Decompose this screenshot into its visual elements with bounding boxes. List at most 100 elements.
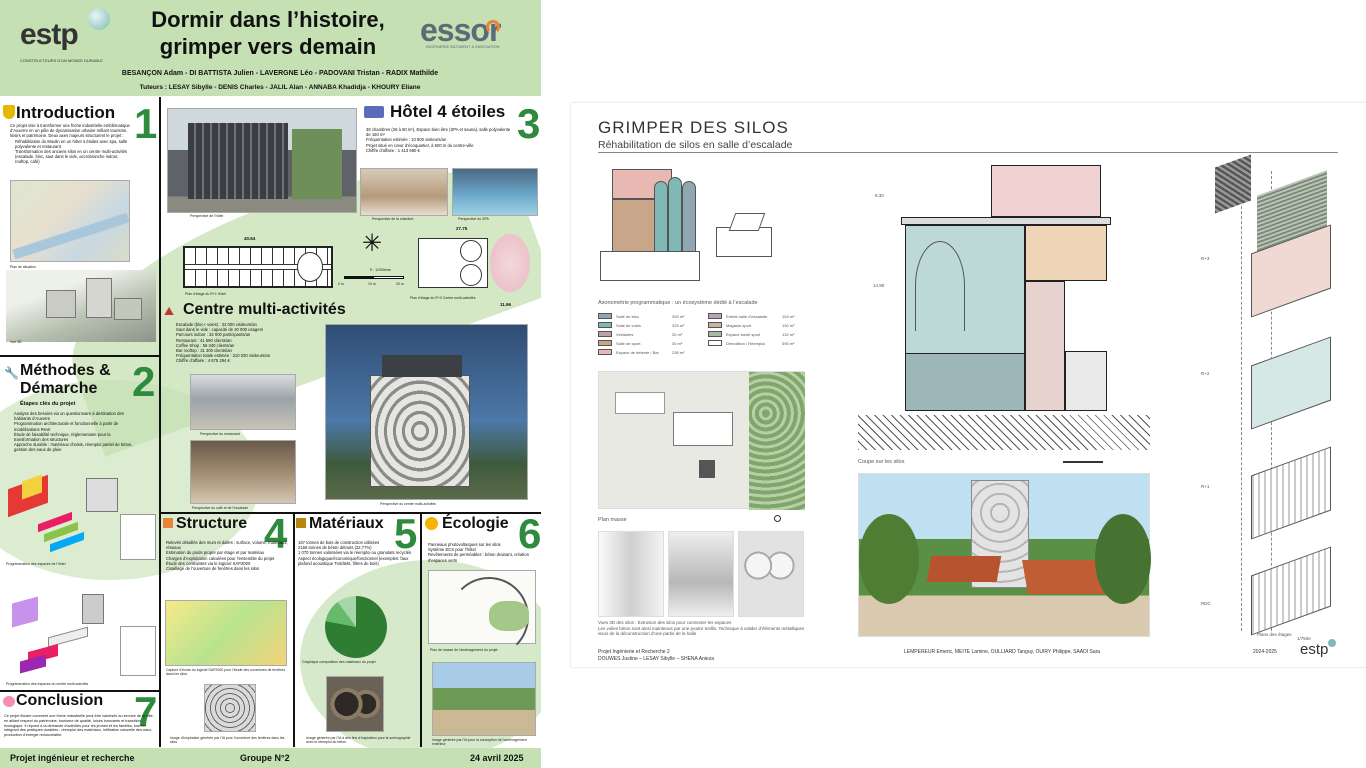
arrows-icon: ⛰ xyxy=(164,304,175,318)
ecology-title: Écologie xyxy=(442,515,509,532)
hotel-bullets: 38 chambres (26 à 50 m²), Espace bien êt… xyxy=(366,127,516,153)
divider xyxy=(293,512,295,747)
silo-view xyxy=(598,531,664,617)
legend-swatch xyxy=(708,331,722,337)
ecology-bullet: Revêtements de perméables : béton draina… xyxy=(428,552,530,563)
scale-0: 0 m xyxy=(338,282,344,286)
hotel-plan-caption: Plan d’étage du R+1 Hôtel xyxy=(185,292,226,296)
legend-box xyxy=(120,514,156,560)
site-plan-map xyxy=(598,371,805,510)
section-drawing xyxy=(901,161,1111,431)
scale-20: 20 m xyxy=(396,282,404,286)
conclusion-text: Ce projet illustre comment une friche in… xyxy=(4,714,154,738)
intro-title: Introduction xyxy=(16,103,116,122)
structure-bullet: Relevés détaillés des murs et dalles : s… xyxy=(166,540,288,551)
sap2000-caption: Capture d’écran du logiciel SAP2000 pour… xyxy=(166,668,286,676)
legend-item: Salle de voies 325 m² xyxy=(598,321,698,329)
north-icon xyxy=(774,515,781,522)
legend-box xyxy=(120,626,156,676)
sap2000-image xyxy=(165,600,287,666)
methods-title: Méthodes & Démarche xyxy=(20,362,111,398)
axo-house xyxy=(716,227,772,257)
methods-item: Étude de faisabilité technique, réglemen… xyxy=(14,431,111,443)
essor-logo-accent xyxy=(486,20,500,34)
legend-item: Salle de sport 30 m² xyxy=(598,339,698,347)
bar-area xyxy=(1025,225,1107,281)
hotel-number: 3 xyxy=(517,100,541,147)
legend-swatch xyxy=(598,331,612,337)
legend-label: Magasin sport xyxy=(726,323,752,328)
roof-terrace xyxy=(901,217,1111,225)
building-footprint xyxy=(673,412,733,446)
hotel-bullet: Chiffre d’affaire : 1 413 660 € xyxy=(366,147,420,153)
legend-area: 325 m² xyxy=(672,323,685,328)
exterior-landscape-caption: Image générée par l’IA pour la conceptio… xyxy=(432,738,527,746)
ecology-site-plan xyxy=(428,570,536,657)
methods-list: Analyse des besoins via un questionnaire… xyxy=(14,411,136,453)
dimension-label: 40.64 xyxy=(244,236,256,241)
cafe-image xyxy=(190,440,296,504)
legend-swatch xyxy=(708,340,722,346)
legend-label: Salle de sport xyxy=(616,341,641,346)
authors: BESANÇON Adam - DI BATTISTA Julien - LAV… xyxy=(121,70,439,77)
footer-group: Groupe N°2 xyxy=(240,753,290,763)
top-volume xyxy=(991,165,1101,217)
scale-10: 10 m xyxy=(368,282,376,286)
3d-view-caption: Vue 3D xyxy=(10,340,22,344)
north-arrow-icon: ✳ xyxy=(362,230,383,257)
dimension-label: 11.96 xyxy=(500,302,512,307)
divider xyxy=(0,355,160,357)
intro-text: Ce projet vise à transformer une friche … xyxy=(10,123,130,165)
site-plan-caption: Plan masse xyxy=(598,517,627,523)
structure-icon xyxy=(163,518,173,528)
round-room xyxy=(297,252,323,282)
estp-logo-small-mark xyxy=(1328,639,1336,647)
rooftop xyxy=(382,355,462,377)
axo-silo xyxy=(682,181,696,261)
legend-area: 30 m² xyxy=(672,341,683,346)
legend-area: 30 m² xyxy=(672,332,683,337)
lower-room xyxy=(1025,281,1065,411)
poster2-year: 2024-2025 xyxy=(1253,649,1277,655)
scale-label: E : 1/200ème xyxy=(370,268,391,272)
silo-render-image xyxy=(858,473,1151,637)
materials-pie-chart xyxy=(325,596,387,658)
plans-caption: Plans des étages xyxy=(1257,632,1292,637)
facade-grid xyxy=(188,123,288,199)
render-tree xyxy=(1095,514,1151,604)
hotel-bullet: 38 chambres (26 à 50 m²), Espace bien êt… xyxy=(366,127,511,138)
legend: Salle de bloc 395 m² Salle de voies 325 m² V… xyxy=(598,312,808,362)
course-line2: DOUWES Justine – LESAY Sibylle – SHENA A… xyxy=(598,656,714,662)
legend-swatch xyxy=(708,322,722,328)
silo-windows-caption: Image d’inspiration générée par l’IA pou… xyxy=(170,736,285,744)
silo-windows-image xyxy=(204,684,256,732)
course-line1: Projet Ingénierie et Recherche 2 xyxy=(598,649,670,655)
cafe-caption: Perspective du café et de l’escalade xyxy=(192,506,249,510)
ecology-bullets: Panneaux photovoltaïques sur les silos S… xyxy=(428,542,536,563)
intro-paragraph: Ce projet vise à transformer une friche … xyxy=(10,123,130,139)
floor-plans xyxy=(1201,154,1341,636)
shop xyxy=(1065,351,1107,411)
legend-label: Salle de voies xyxy=(616,323,641,328)
poster-title-line2: grimper vers demain xyxy=(159,34,377,59)
left-poster: estp CONSTRUCTEURS D’UN MONDE DURABLE Do… xyxy=(0,0,541,768)
restaurant-caption: Perspective du restaurant xyxy=(200,432,240,436)
hotel-perspective-caption: Perspective de l’hôtel xyxy=(190,214,224,218)
silo-circle xyxy=(460,264,482,286)
intro-icon xyxy=(3,105,15,119)
centre-title: Centre multi-activités xyxy=(183,301,346,318)
plan-dotted-guide xyxy=(1241,171,1242,631)
legend-area: 130 m² xyxy=(782,323,795,328)
exterior-landscape-image xyxy=(432,662,536,736)
footer-date: 24 avril 2025 xyxy=(470,753,524,763)
poster-title: Dormir dans l’histoire, grimper vers dem… xyxy=(120,6,416,60)
materials-chart-caption: Graphique composition des matériaux du p… xyxy=(302,660,376,664)
methods-number: 2 xyxy=(132,358,156,405)
ground-hatch xyxy=(858,415,1150,450)
vegetation xyxy=(749,372,805,510)
building-footprint xyxy=(615,392,665,414)
dimension-top: 8.30 xyxy=(875,193,884,198)
ecology-plan-caption: Plan de masse de l’aménagement du projet xyxy=(430,648,498,652)
poster-title-line1: Dormir dans l’histoire, xyxy=(151,7,385,32)
silo-circle xyxy=(460,240,482,262)
